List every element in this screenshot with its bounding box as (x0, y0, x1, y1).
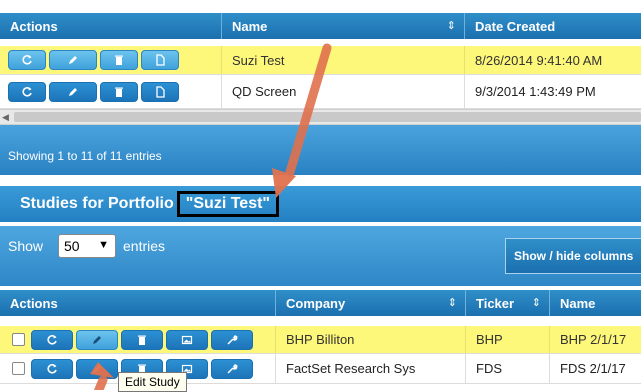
settings-button[interactable] (211, 329, 253, 350)
chart-button[interactable] (166, 329, 208, 350)
table-row[interactable]: QD Screen 9/3/2014 1:43:49 PM (0, 75, 641, 109)
horizontal-scrollbar[interactable]: ◀ (0, 109, 641, 125)
study-name-cell[interactable]: FDS 2/1/17 (550, 354, 641, 383)
portfolio-title: Studies for Portfolio (20, 195, 174, 212)
table-row[interactable]: BHP Billiton BHP BHP 2/1/17 (0, 326, 641, 354)
table-row[interactable]: FactSet Research Sys FDS FDS 2/1/17 (0, 354, 641, 384)
rerun-button[interactable] (8, 81, 46, 102)
entries-label: entries (123, 238, 166, 254)
study-name-cell[interactable]: BHP 2/1/17 (550, 326, 641, 353)
portfolio-name: "Suzi Test" (176, 191, 279, 217)
image-icon (181, 335, 193, 344)
wrench-icon (227, 334, 238, 345)
company-cell[interactable]: FactSet Research Sys (276, 354, 466, 383)
refresh-icon (22, 55, 32, 65)
pencil-icon (93, 364, 101, 373)
scroll-left-icon[interactable]: ◀ (2, 112, 9, 123)
actions-cell (0, 75, 222, 108)
header-actions[interactable]: Actions (0, 290, 276, 316)
studies-table-header: Actions Company ⇕ Ticker ⇕ Name (0, 290, 641, 316)
rerun-button[interactable] (31, 358, 73, 379)
name-cell[interactable]: QD Screen (222, 75, 465, 108)
pencil-icon (69, 56, 77, 64)
header-name[interactable]: Name (550, 290, 641, 316)
document-button[interactable] (141, 81, 179, 102)
document-button[interactable] (141, 50, 179, 70)
page-size-select[interactable]: 50 ▼ (58, 234, 116, 258)
date-cell: 8/26/2014 9:41:40 AM (475, 52, 603, 68)
trash-icon (115, 55, 123, 65)
table-controls: Show 50 ▼ entries Show / hide columns (0, 226, 641, 286)
edit-study-button[interactable] (76, 358, 118, 379)
header-name[interactable]: Name ⇕ (222, 13, 465, 39)
row-checkbox[interactable] (12, 362, 25, 375)
wrench-icon (227, 363, 238, 374)
edit-study-tooltip: Edit Study (118, 372, 187, 392)
show-label: Show (8, 238, 44, 254)
date-cell: 9/3/2014 1:43:49 PM (475, 84, 596, 99)
pencil-icon (93, 335, 101, 344)
rerun-button[interactable] (31, 329, 73, 350)
header-date-created[interactable]: Date Created (465, 13, 641, 39)
settings-button[interactable] (211, 358, 253, 379)
sort-icon: ⇕ (531, 297, 541, 309)
rerun-button[interactable] (8, 50, 46, 70)
header-actions[interactable]: Actions (0, 13, 222, 39)
document-icon (156, 85, 165, 98)
company-cell[interactable]: BHP Billiton (276, 326, 466, 353)
ticker-cell: FDS (466, 354, 550, 383)
edit-button[interactable] (49, 50, 97, 70)
pencil-icon (69, 87, 77, 96)
refresh-icon (47, 363, 57, 374)
row-checkbox[interactable] (12, 333, 25, 346)
scrollbar-thumb[interactable] (14, 112, 641, 122)
header-ticker[interactable]: Ticker ⇕ (466, 290, 550, 316)
sort-icon: ⇕ (446, 20, 456, 32)
ticker-cell: BHP (466, 326, 550, 353)
table-row[interactable]: Suzi Test 8/26/2014 9:41:40 AM (0, 46, 641, 75)
document-icon (156, 54, 165, 66)
header-company[interactable]: Company ⇕ (276, 290, 466, 316)
top-table-header: Actions Name ⇕ Date Created (0, 13, 641, 39)
table-info-text: Showing 1 to 11 of 11 entries (8, 149, 162, 163)
trash-icon (138, 335, 146, 345)
trash-icon (115, 87, 123, 97)
delete-button[interactable] (121, 329, 163, 350)
refresh-icon (47, 334, 57, 345)
delete-button[interactable] (100, 50, 138, 70)
table-info-bar: Showing 1 to 11 of 11 entries (0, 125, 641, 175)
refresh-icon (22, 86, 32, 97)
actions-cell (0, 46, 222, 74)
sort-icon: ⇕ (447, 297, 457, 309)
edit-button[interactable] (49, 81, 97, 102)
edit-study-button[interactable] (76, 329, 118, 350)
name-cell[interactable]: Suzi Test (222, 46, 465, 74)
show-hide-columns-button[interactable]: Show / hide columns (505, 238, 641, 274)
delete-button[interactable] (100, 81, 138, 102)
chevron-down-icon: ▼ (98, 239, 109, 251)
portfolio-title-bar: Studies for Portfolio "Suzi Test" (0, 186, 641, 222)
actions-cell (0, 326, 276, 353)
